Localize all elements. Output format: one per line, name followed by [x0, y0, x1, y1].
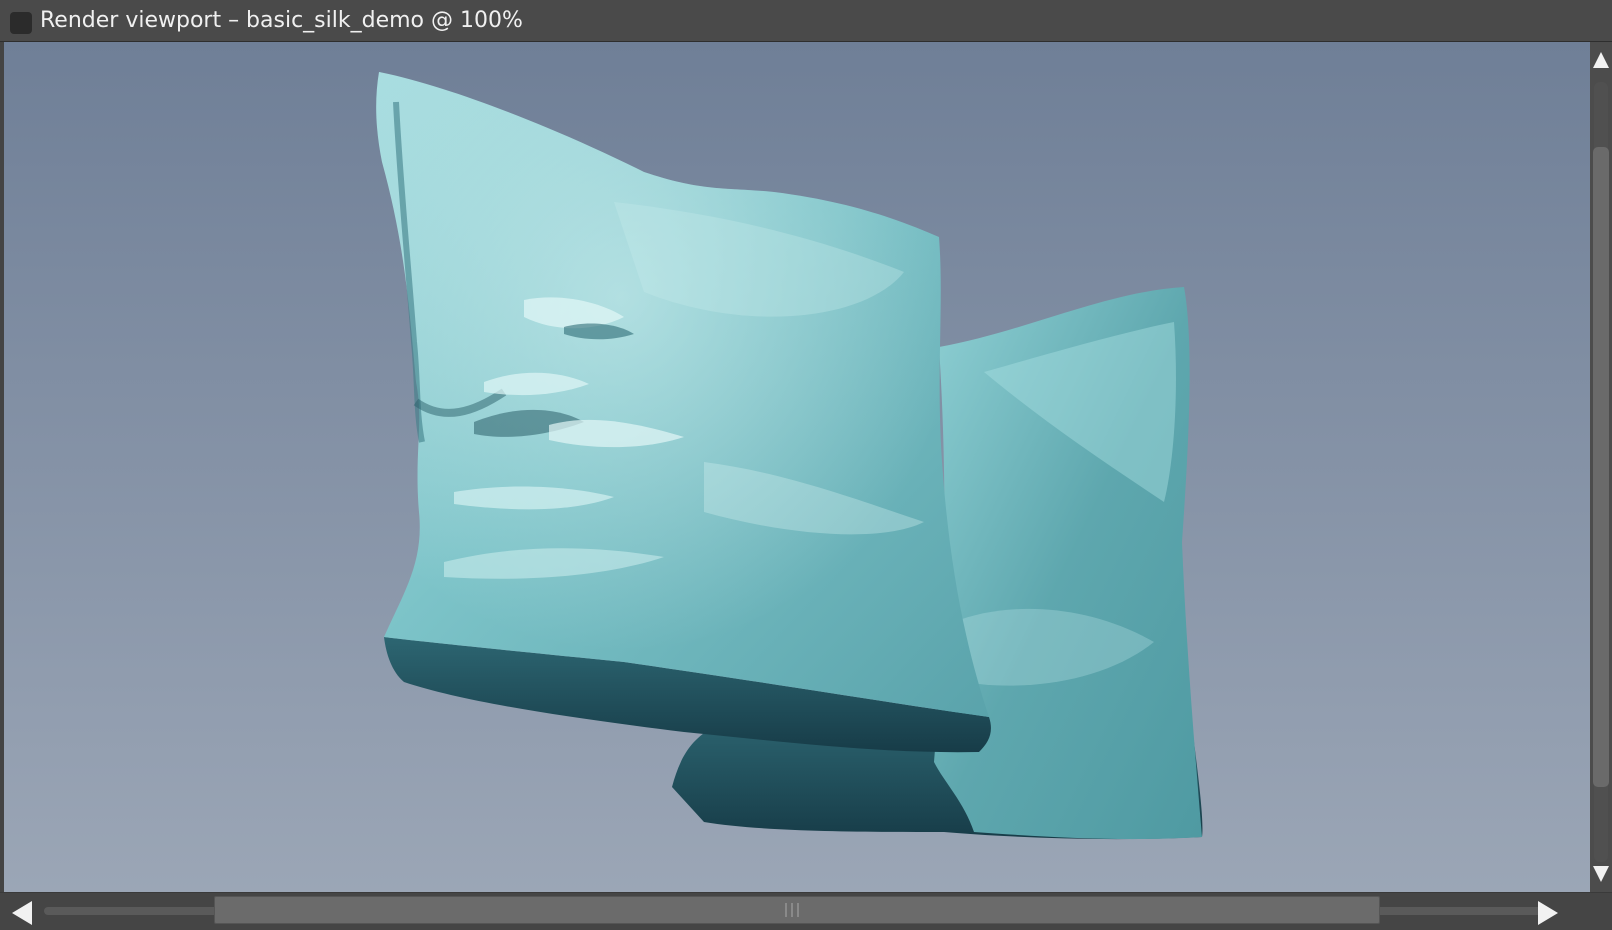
scroll-down-icon[interactable]	[1593, 866, 1609, 882]
title-bar: Render viewport – basic_silk_demo @ 100%	[0, 0, 1612, 42]
horizontal-scroll-thumb[interactable]	[214, 896, 1380, 924]
scroll-left-icon[interactable]	[12, 901, 32, 925]
vertical-scroll-thumb[interactable]	[1593, 147, 1609, 787]
scroll-up-icon[interactable]	[1593, 52, 1609, 68]
window-title: Render viewport – basic_silk_demo @ 100%	[40, 8, 523, 33]
render-viewport[interactable]	[4, 42, 1590, 892]
vertical-scrollbar[interactable]	[1590, 42, 1612, 892]
horizontal-scrollbar[interactable]	[0, 892, 1612, 930]
render-viewport-window: Render viewport – basic_silk_demo @ 100%	[0, 0, 1612, 930]
scroll-grip-icon	[785, 903, 801, 917]
render-image	[4, 42, 1590, 892]
window-menu-icon[interactable]	[10, 12, 32, 34]
scroll-right-icon[interactable]	[1538, 901, 1558, 925]
